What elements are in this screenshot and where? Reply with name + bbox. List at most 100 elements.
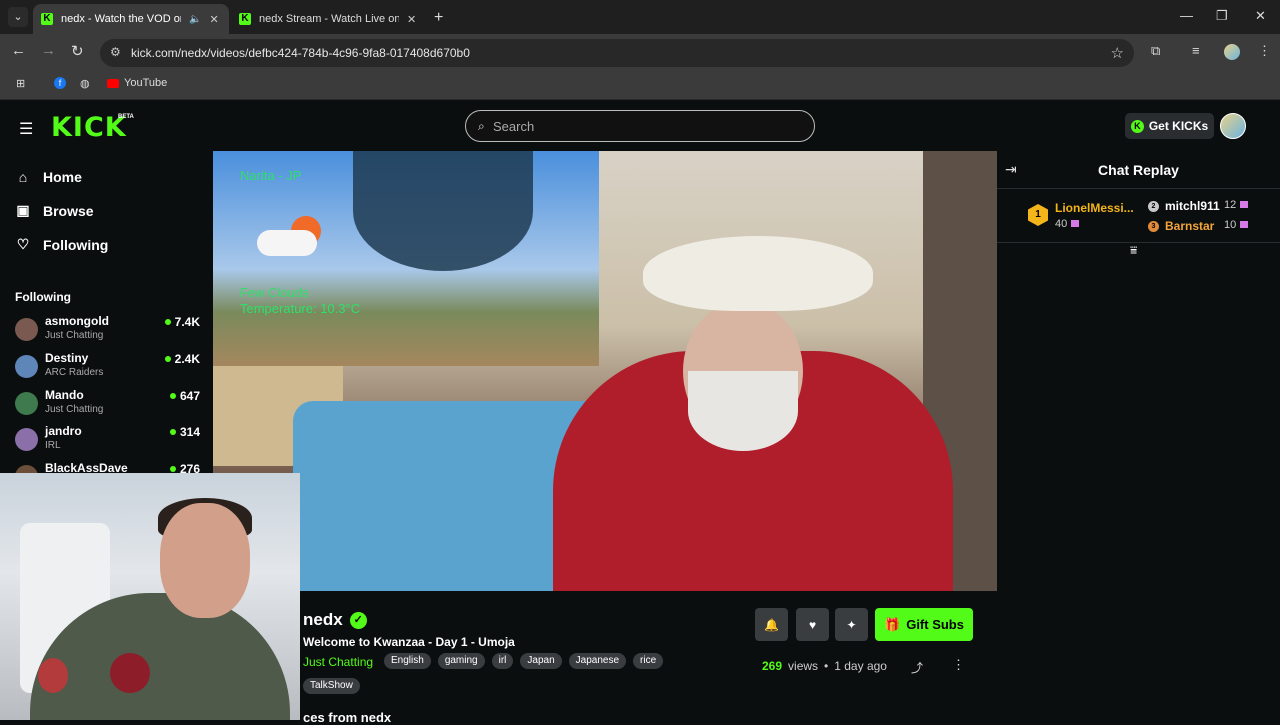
gift-count: 10 bbox=[1224, 219, 1237, 231]
search-input[interactable]: ⌕ Search bbox=[465, 110, 815, 142]
url-text[interactable]: kick.com/nedx/videos/defbc424-784b-4c96-… bbox=[131, 46, 470, 60]
followed-channel[interactable]: jandro IRL 314 bbox=[15, 424, 200, 456]
menu-kebab-icon[interactable]: ⋮ bbox=[1258, 43, 1271, 59]
tag-list: English gaming irl Japan Japanese rice bbox=[384, 653, 664, 669]
top-gifter-name[interactable]: LionelMessi... bbox=[1055, 201, 1134, 215]
rank-2-badge-icon: 2 bbox=[1148, 201, 1159, 212]
avatar bbox=[15, 355, 38, 378]
view-count: 269 bbox=[762, 659, 783, 673]
maximize-icon[interactable]: ❐ bbox=[1216, 8, 1228, 24]
search-placeholder: Search bbox=[493, 119, 535, 134]
avatar bbox=[15, 392, 38, 415]
get-kicks-label: Get KICKs bbox=[1148, 119, 1209, 133]
category-link[interactable]: Just Chatting bbox=[303, 655, 373, 669]
minimize-icon[interactable]: — bbox=[1180, 8, 1193, 23]
gift-icon bbox=[1071, 220, 1080, 227]
channel-name[interactable]: nedx bbox=[303, 610, 343, 630]
tag[interactable]: gaming bbox=[437, 653, 485, 669]
facebook-bookmark[interactable]: f bbox=[54, 77, 66, 89]
expand-leaderboard-icon[interactable]: ⩸ bbox=[1130, 243, 1137, 258]
kick-logo[interactable]: KICK bbox=[51, 112, 127, 143]
browser-tab-strip: ⌄ K nedx - Watch the VOD on Ki 🔈 ✕ K ned… bbox=[0, 0, 1280, 34]
user-avatar[interactable] bbox=[1220, 113, 1246, 139]
close-tab-icon[interactable]: ✕ bbox=[407, 13, 416, 26]
globe-bookmark[interactable]: ◍ bbox=[80, 77, 90, 90]
browser-tab-vod[interactable]: K nedx - Watch the VOD on Ki 🔈 ✕ bbox=[33, 4, 229, 34]
meta-separator: • bbox=[824, 659, 829, 673]
extensions-icon[interactable]: ⧉ bbox=[1151, 43, 1160, 59]
notification-bell-button[interactable]: 🔔 bbox=[755, 608, 788, 641]
video-player[interactable]: Narita - JP Few Clouds Temperature: 10.3… bbox=[213, 151, 997, 591]
gifter-count: 10 bbox=[1224, 219, 1249, 231]
follow-heart-button[interactable]: ♥ bbox=[796, 608, 829, 641]
video-meta: 269 views • 1 day ago bbox=[762, 659, 887, 673]
video-scene-cowboy-hat bbox=[643, 236, 873, 311]
avatar bbox=[15, 428, 38, 451]
audio-icon[interactable]: 🔈 bbox=[189, 14, 201, 25]
hamburger-menu-icon[interactable]: ☰ bbox=[19, 119, 33, 139]
followed-channel[interactable]: asmongold Just Chatting 7.4K bbox=[15, 314, 200, 346]
channel-name: jandro bbox=[45, 424, 82, 438]
tag[interactable]: rice bbox=[633, 653, 664, 669]
live-dot-icon bbox=[169, 429, 176, 435]
bookmark-star-icon[interactable]: ☆ bbox=[1111, 44, 1124, 62]
channel-name-row[interactable]: nedx ✓ bbox=[303, 610, 367, 630]
new-tab-button[interactable]: + bbox=[434, 9, 443, 27]
gifter-name[interactable]: mitchl911 bbox=[1165, 199, 1220, 213]
section-heading-partial: ces from nedx bbox=[303, 710, 392, 725]
site-header: ☰ KICK BETA ⌕ Search K Get KICKs bbox=[0, 101, 1280, 151]
webcam-overlay bbox=[0, 473, 300, 720]
get-kicks-button[interactable]: K Get KICKs bbox=[1125, 113, 1214, 139]
webcam-scene-head bbox=[160, 503, 250, 618]
close-window-icon[interactable]: ✕ bbox=[1255, 8, 1266, 24]
channel-category: Just Chatting bbox=[45, 404, 104, 415]
more-options-icon[interactable]: ⋮ bbox=[952, 657, 965, 673]
viewer-count: 647 bbox=[179, 389, 200, 403]
sidebar-item-home[interactable]: ⌂ Home bbox=[15, 169, 82, 185]
apps-grid-icon[interactable]: ⊞ bbox=[16, 77, 25, 90]
divider bbox=[997, 188, 1280, 189]
facebook-icon: f bbox=[54, 77, 66, 89]
share-icon[interactable]: ⤴ bbox=[911, 659, 923, 676]
nav-label: Home bbox=[43, 169, 82, 185]
tab-search-button[interactable]: ⌄ bbox=[8, 7, 28, 27]
sidebar-item-browse[interactable]: ▣ Browse bbox=[15, 202, 93, 219]
tag[interactable]: TalkShow bbox=[303, 678, 360, 694]
live-dot-icon bbox=[169, 466, 176, 472]
tag[interactable]: Japan bbox=[520, 653, 562, 669]
site-info-icon[interactable]: ⚙ bbox=[110, 45, 121, 59]
viewer-count: 7.4K bbox=[174, 315, 200, 329]
gift-count: 40 bbox=[1055, 218, 1068, 230]
youtube-bookmark[interactable]: YouTube bbox=[107, 77, 167, 89]
followed-channel[interactable]: Mando Just Chatting 647 bbox=[15, 388, 200, 420]
tag[interactable]: irl bbox=[491, 653, 514, 669]
forward-icon[interactable]: → bbox=[41, 42, 56, 59]
gift-subs-button[interactable]: 🎁 Gift Subs bbox=[875, 608, 973, 641]
kick-favicon-icon: K bbox=[239, 13, 251, 25]
globe-icon: ◍ bbox=[80, 78, 90, 90]
weather-location: Narita - JP bbox=[240, 168, 302, 183]
close-tab-icon[interactable]: ✕ bbox=[209, 13, 218, 26]
profile-avatar-icon[interactable] bbox=[1224, 44, 1240, 60]
reload-icon[interactable]: ↻ bbox=[71, 42, 84, 60]
chat-panel: ⇥ Chat Replay 1 LionelMessi... 40 2 mitc… bbox=[997, 151, 1280, 720]
tab-title: nedx Stream - Watch Live on Ki bbox=[259, 13, 399, 25]
tag[interactable]: Japanese bbox=[568, 653, 627, 669]
tag[interactable]: English bbox=[384, 653, 431, 669]
viewer-count: 2.4K bbox=[174, 352, 200, 366]
channel-category: ARC Raiders bbox=[45, 367, 104, 378]
address-bar[interactable]: ⚙ kick.com/nedx/videos/defbc424-784b-4c9… bbox=[100, 39, 1134, 67]
avatar bbox=[15, 318, 38, 341]
media-control-icon[interactable]: ≡ bbox=[1192, 43, 1200, 58]
sparkle-button[interactable]: ✦ bbox=[835, 608, 868, 641]
gift-subs-label: Gift Subs bbox=[906, 617, 964, 632]
gifter-name[interactable]: Barnstar bbox=[1165, 219, 1214, 233]
channel-info: nedx ✓ Welcome to Kwanzaa - Day 1 - Umoj… bbox=[300, 591, 997, 725]
video-scene-window: Narita - JP Few Clouds Temperature: 10.3… bbox=[213, 151, 599, 366]
followed-channel[interactable]: Destiny ARC Raiders 2.4K bbox=[15, 351, 200, 383]
heart-icon: ♡ bbox=[16, 236, 30, 252]
back-icon[interactable]: ← bbox=[11, 42, 26, 59]
following-section-title: Following bbox=[15, 290, 71, 304]
browser-tab-live[interactable]: K nedx Stream - Watch Live on Ki ✕ bbox=[231, 4, 427, 34]
sidebar-item-following[interactable]: ♡ Following bbox=[15, 236, 109, 253]
